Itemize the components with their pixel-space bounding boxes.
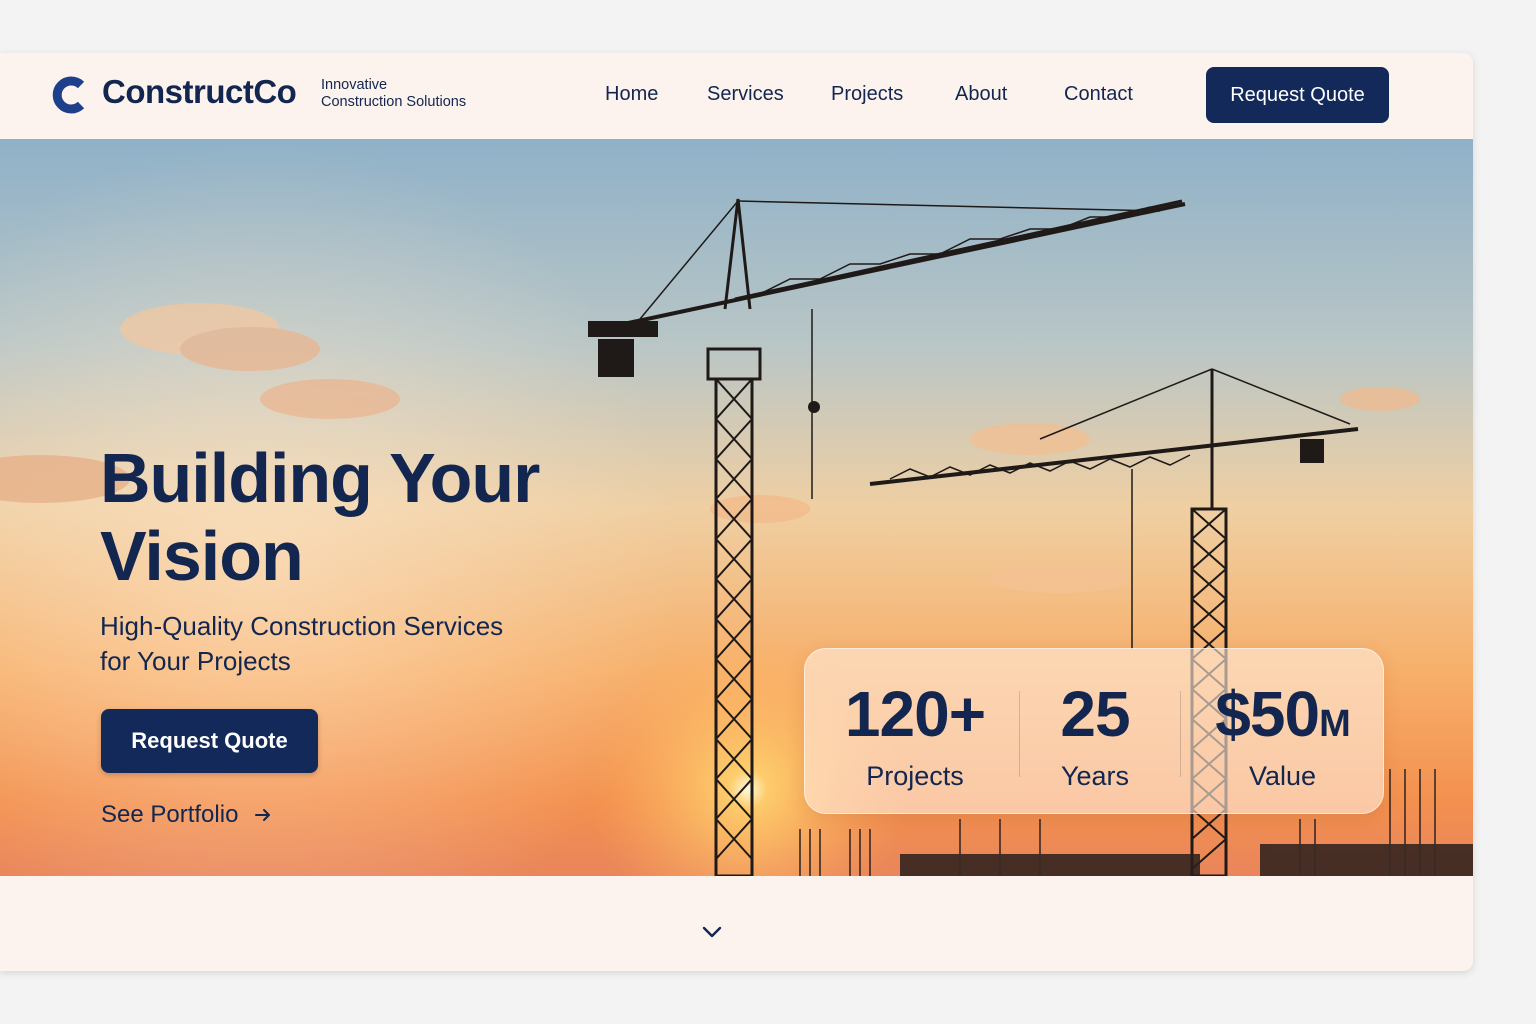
stat-years-label: Years — [1060, 761, 1130, 791]
chevron-down-icon[interactable] — [701, 925, 723, 939]
stat-projects-label: Projects — [866, 761, 964, 791]
stat-value: $50M Value — [1205, 679, 1360, 793]
nav-contact[interactable]: Contact — [1064, 83, 1133, 106]
logo-icon[interactable] — [50, 75, 90, 115]
stat-projects: 120+ Projects — [835, 679, 995, 793]
hero-request-quote-button[interactable]: Request Quote — [101, 709, 318, 773]
hero-subheadline: High-Quality Construction Services for Y… — [100, 609, 503, 679]
header-request-quote-button[interactable]: Request Quote — [1206, 67, 1389, 123]
hero-headline: Building Your Vision — [100, 439, 540, 595]
stat-years: 25 Years — [1025, 679, 1165, 793]
subheadline-line-2: for Your Projects — [100, 646, 291, 676]
nav-about[interactable]: About — [955, 83, 1007, 106]
page-card: ConstructCo Innovative Construction Solu… — [0, 53, 1473, 971]
nav-projects[interactable]: Projects — [831, 83, 903, 106]
brand-name[interactable]: ConstructCo — [102, 73, 297, 111]
stat-years-value: 25 — [1060, 678, 1130, 750]
see-portfolio-link[interactable]: See Portfolio — [101, 801, 272, 829]
site-header: ConstructCo Innovative Construction Solu… — [0, 53, 1473, 139]
subheadline-line-1: High-Quality Construction Services — [100, 611, 504, 641]
stat-divider — [1180, 691, 1181, 777]
headline-line-1: Building Your — [100, 439, 540, 517]
stats-panel: 120+ Projects 25 Years $50M Value — [804, 648, 1384, 814]
nav-home[interactable]: Home — [605, 83, 658, 106]
tagline-line-2: Construction Solutions — [321, 94, 467, 110]
stat-divider — [1019, 691, 1020, 777]
arrow-right-icon — [255, 809, 271, 821]
stat-value-label: Value — [1248, 761, 1317, 791]
hero-section: Building Your Vision High-Quality Constr… — [0, 139, 1473, 876]
stat-value-value: $50M — [1215, 678, 1350, 750]
headline-line-2: Vision — [100, 517, 304, 595]
nav-services[interactable]: Services — [707, 83, 784, 106]
see-portfolio-label: See Portfolio — [101, 801, 239, 828]
tagline-line-1: Innovative — [321, 77, 388, 93]
brand-tagline: Innovative Construction Solutions — [321, 77, 466, 111]
stat-projects-value: 120+ — [844, 678, 986, 750]
